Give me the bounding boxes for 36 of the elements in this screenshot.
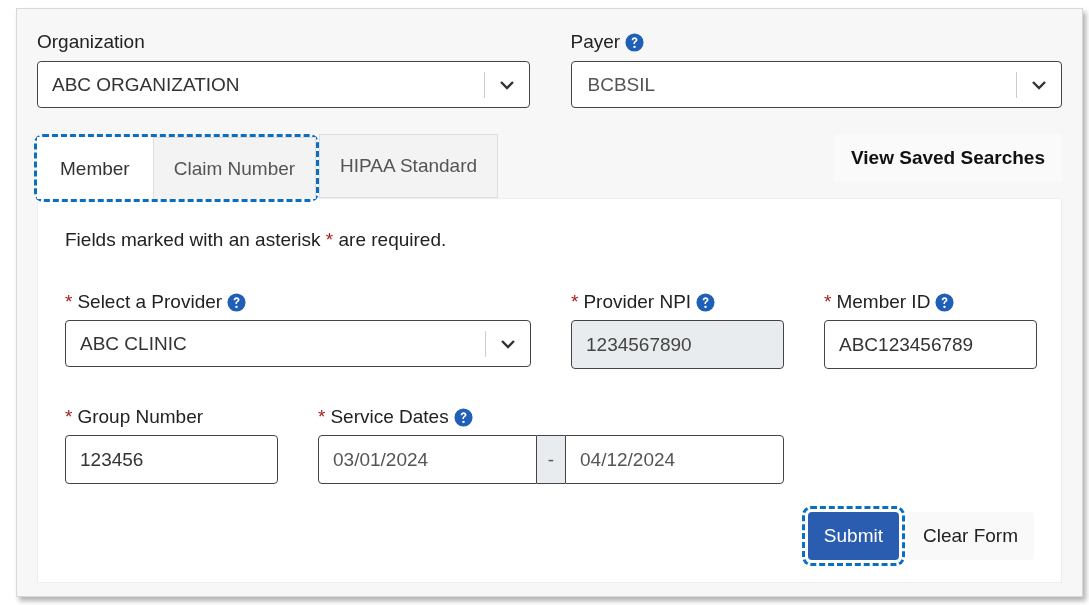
payer-select[interactable]: BCBSIL	[570, 61, 1062, 108]
organization-select[interactable]: ABC ORGANIZATION	[37, 61, 530, 108]
required-asterisk: *	[65, 406, 73, 428]
help-icon[interactable]	[625, 32, 645, 52]
chevron-down-icon[interactable]	[498, 79, 515, 90]
help-icon[interactable]	[227, 292, 247, 312]
required-asterisk: *	[318, 406, 326, 428]
input-field[interactable]: ABC123456789	[824, 320, 1037, 369]
select-value: ABC CLINIC	[80, 332, 188, 355]
chevron-down-icon[interactable]	[1031, 79, 1047, 90]
tab[interactable]: Member	[37, 137, 153, 199]
field-label: Provider NPI	[583, 291, 692, 313]
field-label: Payer	[570, 31, 621, 53]
select-value: ABC ORGANIZATION	[52, 73, 241, 96]
required-note: Fields marked with an asterisk * are required.	[65, 229, 448, 251]
select-value: BCBSIL	[586, 73, 657, 96]
field-label: Organization	[37, 31, 145, 53]
tab[interactable]: Claim Number	[152, 137, 317, 199]
help-icon[interactable]	[453, 407, 473, 427]
required-asterisk: *	[65, 291, 73, 313]
input-field[interactable]: 123456	[65, 435, 278, 484]
field-label: Service Dates	[330, 406, 449, 428]
field-label: Select a Provider	[77, 291, 223, 313]
required-asterisk: *	[824, 291, 832, 313]
help-icon[interactable]	[935, 292, 955, 312]
chevron-down-icon[interactable]	[500, 338, 516, 349]
required-asterisk: *	[571, 291, 579, 313]
clear-form-button[interactable]: Clear Form	[907, 512, 1034, 560]
submit-button[interactable]: Submit	[807, 512, 899, 560]
tab[interactable]: HIPAA Standard	[319, 134, 499, 198]
provider-select[interactable]: ABC CLINIC	[65, 320, 531, 367]
field-label: Group Number	[77, 406, 204, 428]
end-date-field[interactable]: 04/12/2024	[565, 435, 784, 484]
field-label: Member ID	[836, 291, 931, 313]
start-date-field[interactable]: 03/01/2024	[318, 435, 537, 484]
range-separator: -	[537, 435, 565, 484]
